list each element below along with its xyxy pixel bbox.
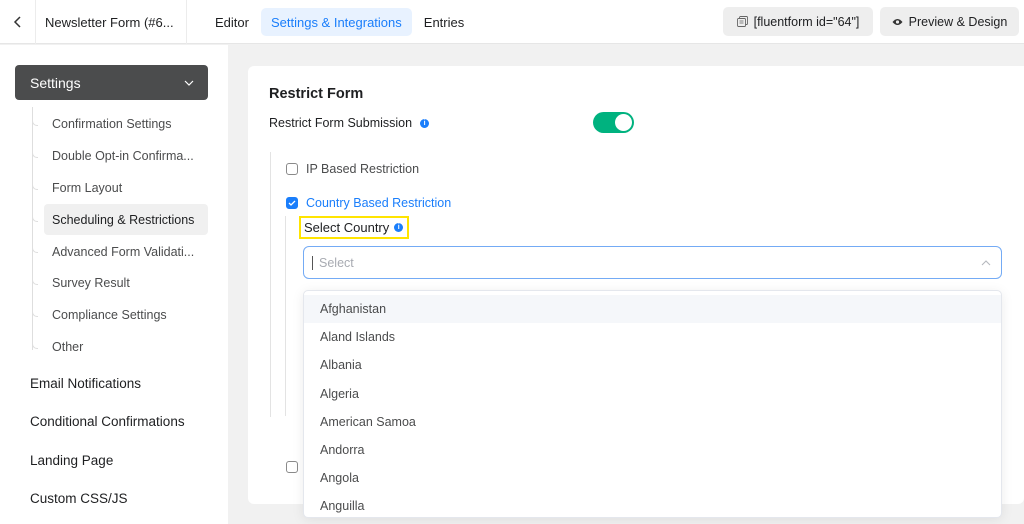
country-options-list: Afghanistan Aland Islands Albania Algeria Am…: [304, 291, 1001, 517]
sidebar-settings-toggle[interactable]: Settings: [15, 65, 208, 100]
tab-entries[interactable]: Entries: [414, 8, 474, 36]
country-option[interactable]: Afghanistan: [304, 295, 1001, 324]
tab-editor[interactable]: Editor: [205, 8, 259, 36]
sidebar-item-conditional-confirmations[interactable]: Conditional Confirmations: [30, 414, 185, 429]
copy-icon: [736, 16, 748, 27]
restrict-submission-label: Restrict Form Submission: [269, 116, 413, 130]
sidebar-settings-label: Settings: [30, 74, 81, 91]
sidebar-item-confirmation-settings[interactable]: Confirmation Settings: [44, 108, 208, 139]
country-select-input[interactable]: Select: [303, 246, 1002, 279]
restrict-submission-toggle[interactable]: [593, 112, 634, 133]
shortcode-button[interactable]: [fluentform id="64"]: [723, 7, 873, 36]
info-icon[interactable]: i: [394, 223, 404, 232]
country-option[interactable]: Albania: [304, 351, 1001, 379]
country-restriction-label: Country Based Restriction: [306, 196, 452, 210]
sidebar-item-scheduling-restrictions[interactable]: Scheduling & Restrictions: [44, 204, 208, 235]
sidebar-item-email-notifications[interactable]: Email Notifications: [30, 376, 141, 391]
top-bar: Newsletter Form (#6... Editor Settings &…: [0, 0, 1024, 44]
sidebar-item-form-layout[interactable]: Form Layout: [44, 172, 208, 203]
select-country-label-box: Select Country i: [299, 216, 410, 239]
country-tree-line: [285, 216, 286, 416]
country-dropdown: Afghanistan Aland Islands Albania Algeria Am…: [303, 290, 1002, 518]
preview-design-button[interactable]: Preview & Design: [880, 7, 1019, 36]
sidebar-item-landing-page[interactable]: Landing Page: [30, 453, 113, 468]
back-button[interactable]: [0, 0, 36, 44]
tab-settings-integrations[interactable]: Settings & Integrations: [260, 8, 412, 36]
top-tabs: Editor Settings & Integrations Entries: [205, 8, 476, 36]
country-option[interactable]: Andorra: [304, 436, 1001, 464]
toggle-knob: [615, 114, 632, 131]
country-option[interactable]: Algeria: [304, 380, 1001, 408]
chevron-down-icon: [184, 80, 194, 86]
country-option[interactable]: Anguilla: [304, 492, 1001, 517]
select-country-label: Select Country: [304, 220, 390, 235]
eye-icon: [892, 18, 903, 25]
sidebar-item-survey-result[interactable]: Survey Result: [44, 267, 208, 298]
sidebar-item-other[interactable]: Other: [44, 331, 208, 362]
sidebar-item-compliance-settings[interactable]: Compliance Settings: [44, 299, 208, 330]
shortcode-label: [fluentform id="64"]: [753, 14, 860, 29]
ip-restriction-checkbox[interactable]: [286, 163, 298, 175]
info-icon[interactable]: i: [420, 118, 430, 128]
chevron-up-icon[interactable]: [981, 259, 991, 266]
restrict-submission-row: Restrict Form Submission i: [269, 116, 430, 130]
country-restriction-checkbox[interactable]: [286, 197, 298, 209]
text-caret: [312, 255, 313, 270]
hidden-option-checkbox[interactable]: [286, 461, 298, 473]
sidebar-item-advanced-validation[interactable]: Advanced Form Validati...: [44, 236, 208, 267]
country-option[interactable]: Angola: [304, 464, 1001, 492]
country-restriction-option[interactable]: Country Based Restriction: [286, 196, 451, 210]
sidebar-item-double-opt-in[interactable]: Double Opt-in Confirma...: [44, 140, 208, 171]
ip-restriction-label: IP Based Restriction: [306, 162, 420, 176]
preview-label: Preview & Design: [908, 14, 1008, 29]
section-title: Restrict Form: [269, 86, 364, 102]
check-icon: [288, 200, 296, 206]
ip-restriction-option[interactable]: IP Based Restriction: [286, 162, 419, 176]
card-top-strip: [270, 55, 1004, 66]
form-title[interactable]: Newsletter Form (#6...: [36, 0, 187, 44]
sidebar: Settings Confirmation Settings Double Op…: [0, 45, 228, 524]
sidebar-item-custom-css-js[interactable]: Custom CSS/JS: [30, 491, 128, 506]
country-option[interactable]: American Samoa: [304, 408, 1001, 436]
options-tree-line: [270, 152, 271, 417]
country-option[interactable]: Aland Islands: [304, 323, 1001, 351]
select-placeholder: Select: [319, 255, 354, 270]
chevron-left-icon: [13, 16, 21, 28]
